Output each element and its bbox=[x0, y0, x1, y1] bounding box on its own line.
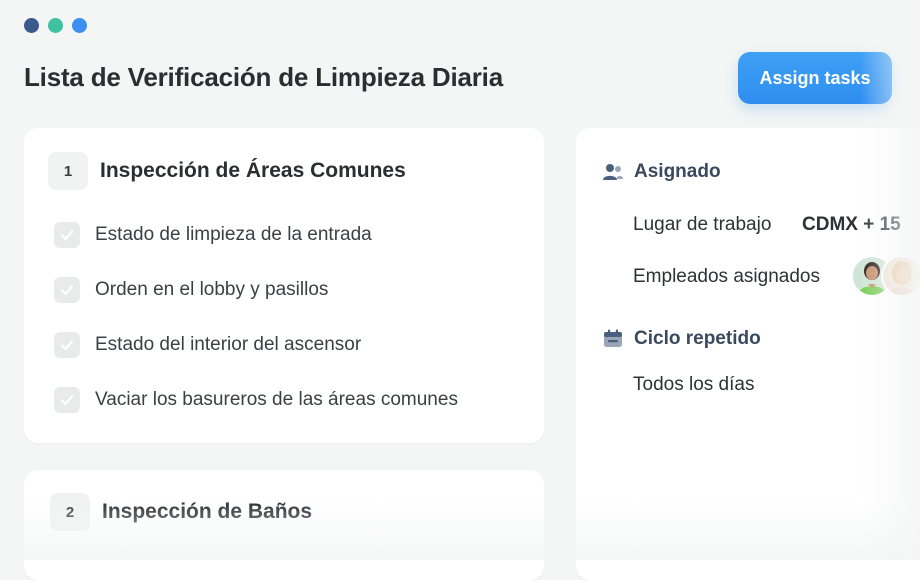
window-dot-1 bbox=[24, 18, 39, 33]
employee-avatar-2 bbox=[883, 257, 920, 295]
checkbox[interactable] bbox=[54, 332, 80, 358]
checklist-item[interactable]: Orden en el lobby y pasillos bbox=[54, 277, 328, 303]
section-number-badge: 2 bbox=[50, 493, 90, 531]
window-controls bbox=[24, 18, 87, 33]
check-icon bbox=[60, 285, 74, 296]
checklist-item-label: Estado de limpieza de la entrada bbox=[95, 224, 372, 245]
avatar[interactable] bbox=[881, 255, 920, 297]
checklist-item-label: Vaciar los basureros de las áreas comune… bbox=[95, 389, 458, 410]
section-header: 1 Inspección de Áreas Comunes bbox=[48, 152, 406, 190]
checklist-section-2: 2 Inspección de Baños bbox=[24, 470, 544, 580]
check-icon bbox=[60, 340, 74, 351]
checkbox[interactable] bbox=[54, 387, 80, 413]
repeat-header: Ciclo repetido bbox=[602, 328, 761, 350]
section-title: Inspección de Baños bbox=[102, 500, 313, 523]
workplace-label: Lugar de trabajo bbox=[633, 214, 772, 235]
checklist-item-label: Estado del interior del ascensor bbox=[95, 334, 362, 355]
checklist-section-1: 1 Inspección de Áreas Comunes Estado de … bbox=[24, 128, 544, 443]
window-dot-2 bbox=[48, 18, 63, 33]
page-title: Lista de Verificación de Limpieza Diaria bbox=[24, 62, 503, 92]
employees-label: Empleados asignados bbox=[633, 266, 820, 287]
workplace-value[interactable]: CDMX + 15 bbox=[802, 214, 901, 236]
section-number-badge: 1 bbox=[48, 152, 88, 190]
section-header: 2 Inspección de Baños bbox=[50, 493, 312, 531]
checklist-item[interactable]: Estado del interior del ascensor bbox=[54, 332, 361, 358]
check-icon bbox=[60, 230, 74, 241]
repeat-value[interactable]: Todos los días bbox=[633, 374, 754, 396]
assign-tasks-button[interactable]: Assign tasks bbox=[738, 52, 892, 104]
checklist-item-label: Orden en el lobby y pasillos bbox=[95, 279, 329, 300]
users-icon bbox=[603, 164, 623, 180]
assignment-panel: Asignado Lugar de trabajo CDMX + 15 Empl… bbox=[576, 128, 920, 580]
section-title: Inspección de Áreas Comunes bbox=[100, 159, 406, 182]
checklist-item[interactable]: Vaciar los basureros de las áreas comune… bbox=[54, 387, 458, 413]
calendar-icon bbox=[604, 329, 622, 347]
check-icon bbox=[60, 395, 74, 406]
repeat-label: Ciclo repetido bbox=[634, 328, 761, 349]
assigned-label: Asignado bbox=[634, 161, 721, 182]
assigned-header: Asignado bbox=[602, 161, 721, 183]
window-dot-3 bbox=[72, 18, 87, 33]
checkbox[interactable] bbox=[54, 222, 80, 248]
checklist-item[interactable]: Estado de limpieza de la entrada bbox=[54, 222, 372, 248]
checkbox[interactable] bbox=[54, 277, 80, 303]
